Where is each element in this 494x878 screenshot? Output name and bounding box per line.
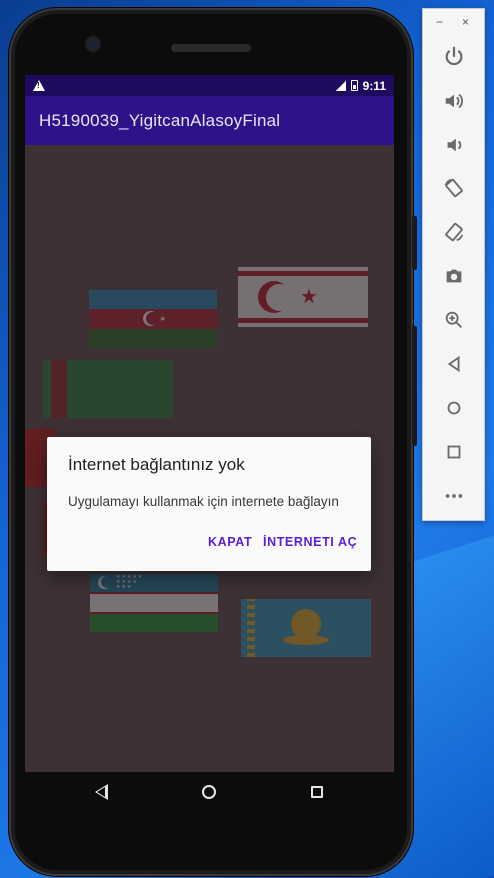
home-circle-icon[interactable] (202, 785, 216, 799)
back-triangle-icon[interactable] (95, 784, 108, 800)
minimize-button[interactable]: − (436, 15, 443, 29)
navigation-bar (25, 772, 394, 812)
earpiece-speaker (171, 44, 251, 52)
close-button[interactable]: KAPAT (208, 535, 252, 549)
zoom-icon[interactable] (441, 307, 467, 333)
app-title: H5190039_YigitcanAlasoyFinal (39, 110, 281, 130)
status-time: 9:11 (362, 78, 386, 93)
side-button-lower (412, 326, 417, 446)
camera-icon[interactable] (441, 263, 467, 289)
warning-icon (33, 80, 45, 91)
app-bar: H5190039_YigitcanAlasoyFinal (25, 96, 394, 145)
volume-down-icon[interactable] (441, 132, 467, 158)
main-content: ✶ ★ ★★★★★★★★★★★★ (25, 145, 394, 772)
device-screen: 9:11 H5190039_YigitcanAlasoyFinal ✶ ★ (25, 75, 394, 772)
front-camera (87, 38, 99, 50)
rotate-left-icon[interactable] (441, 175, 467, 201)
signal-icon (335, 80, 346, 91)
volume-up-icon[interactable] (441, 88, 467, 114)
recents-square-icon[interactable] (311, 786, 323, 798)
back-icon[interactable] (441, 351, 467, 377)
side-button-upper (412, 216, 417, 270)
overview-icon[interactable] (441, 439, 467, 465)
power-icon[interactable] (441, 43, 467, 69)
dialog-title: İnternet bağlantınız yok (68, 455, 245, 474)
dialog-message: Uygulamayı kullanmak için internete bağl… (68, 494, 339, 509)
rotate-right-icon[interactable] (441, 219, 467, 245)
home-icon[interactable] (441, 395, 467, 421)
close-window-button[interactable]: × (462, 15, 469, 29)
battery-icon (350, 80, 358, 91)
emulator-toolbar: − × (422, 8, 485, 521)
more-icon[interactable] (441, 483, 467, 509)
no-internet-dialog: İnternet bağlantınız yok Uygulamayı kull… (47, 437, 371, 571)
open-internet-button[interactable]: İNTERNETI AÇ (263, 535, 357, 549)
status-right: 9:11 (335, 78, 386, 93)
status-bar: 9:11 (25, 75, 394, 96)
